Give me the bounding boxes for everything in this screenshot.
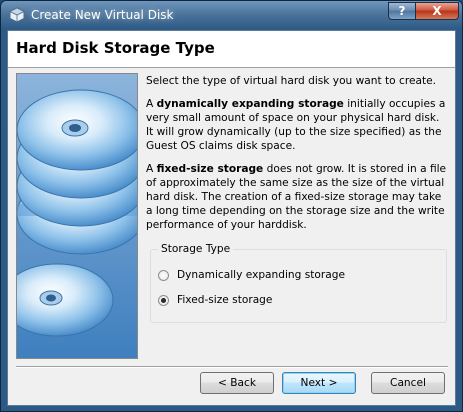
- fixed-term: fixed-size storage: [156, 163, 264, 175]
- storage-type-group: [150, 249, 447, 323]
- close-button[interactable]: X: [415, 2, 459, 20]
- next-button[interactable]: Next >: [282, 372, 356, 394]
- create-virtual-disk-window: Create New Virtual Disk ? X Hard Disk St…: [0, 0, 463, 412]
- wizard-header: Hard Disk Storage Type: [8, 31, 455, 68]
- fixed-description: A fixed-size storage does not grow. It i…: [146, 162, 448, 232]
- back-button[interactable]: < Back: [200, 372, 274, 394]
- dynamic-term: dynamically expanding storage: [156, 98, 344, 110]
- button-separator: [16, 366, 448, 368]
- title-bar[interactable]: Create New Virtual Disk ? X: [1, 1, 462, 31]
- dynamic-radio-label[interactable]: Dynamically expanding storage: [177, 269, 345, 281]
- help-button[interactable]: ?: [388, 2, 416, 20]
- description: Select the type of virtual hard disk you…: [146, 74, 448, 241]
- dynamic-prefix: A: [146, 98, 157, 110]
- wizard-page: Hard Disk Storage Type Select the type o…: [7, 30, 456, 406]
- virtualbox-icon: [9, 7, 25, 23]
- window-title: Create New Virtual Disk: [31, 8, 174, 22]
- page-title: Hard Disk Storage Type: [16, 39, 215, 57]
- fixed-radio-label[interactable]: Fixed-size storage: [177, 294, 272, 306]
- intro-text: Select the type of virtual hard disk you…: [146, 75, 437, 87]
- fixed-radio[interactable]: [158, 295, 169, 306]
- dynamic-description: A dynamically expanding storage initiall…: [146, 97, 448, 153]
- storage-type-label: Storage Type: [158, 243, 234, 255]
- cancel-button[interactable]: Cancel: [371, 372, 445, 394]
- dynamic-radio[interactable]: [158, 270, 169, 281]
- disk-stack-icon: [16, 73, 138, 359]
- fixed-prefix: A: [146, 163, 157, 175]
